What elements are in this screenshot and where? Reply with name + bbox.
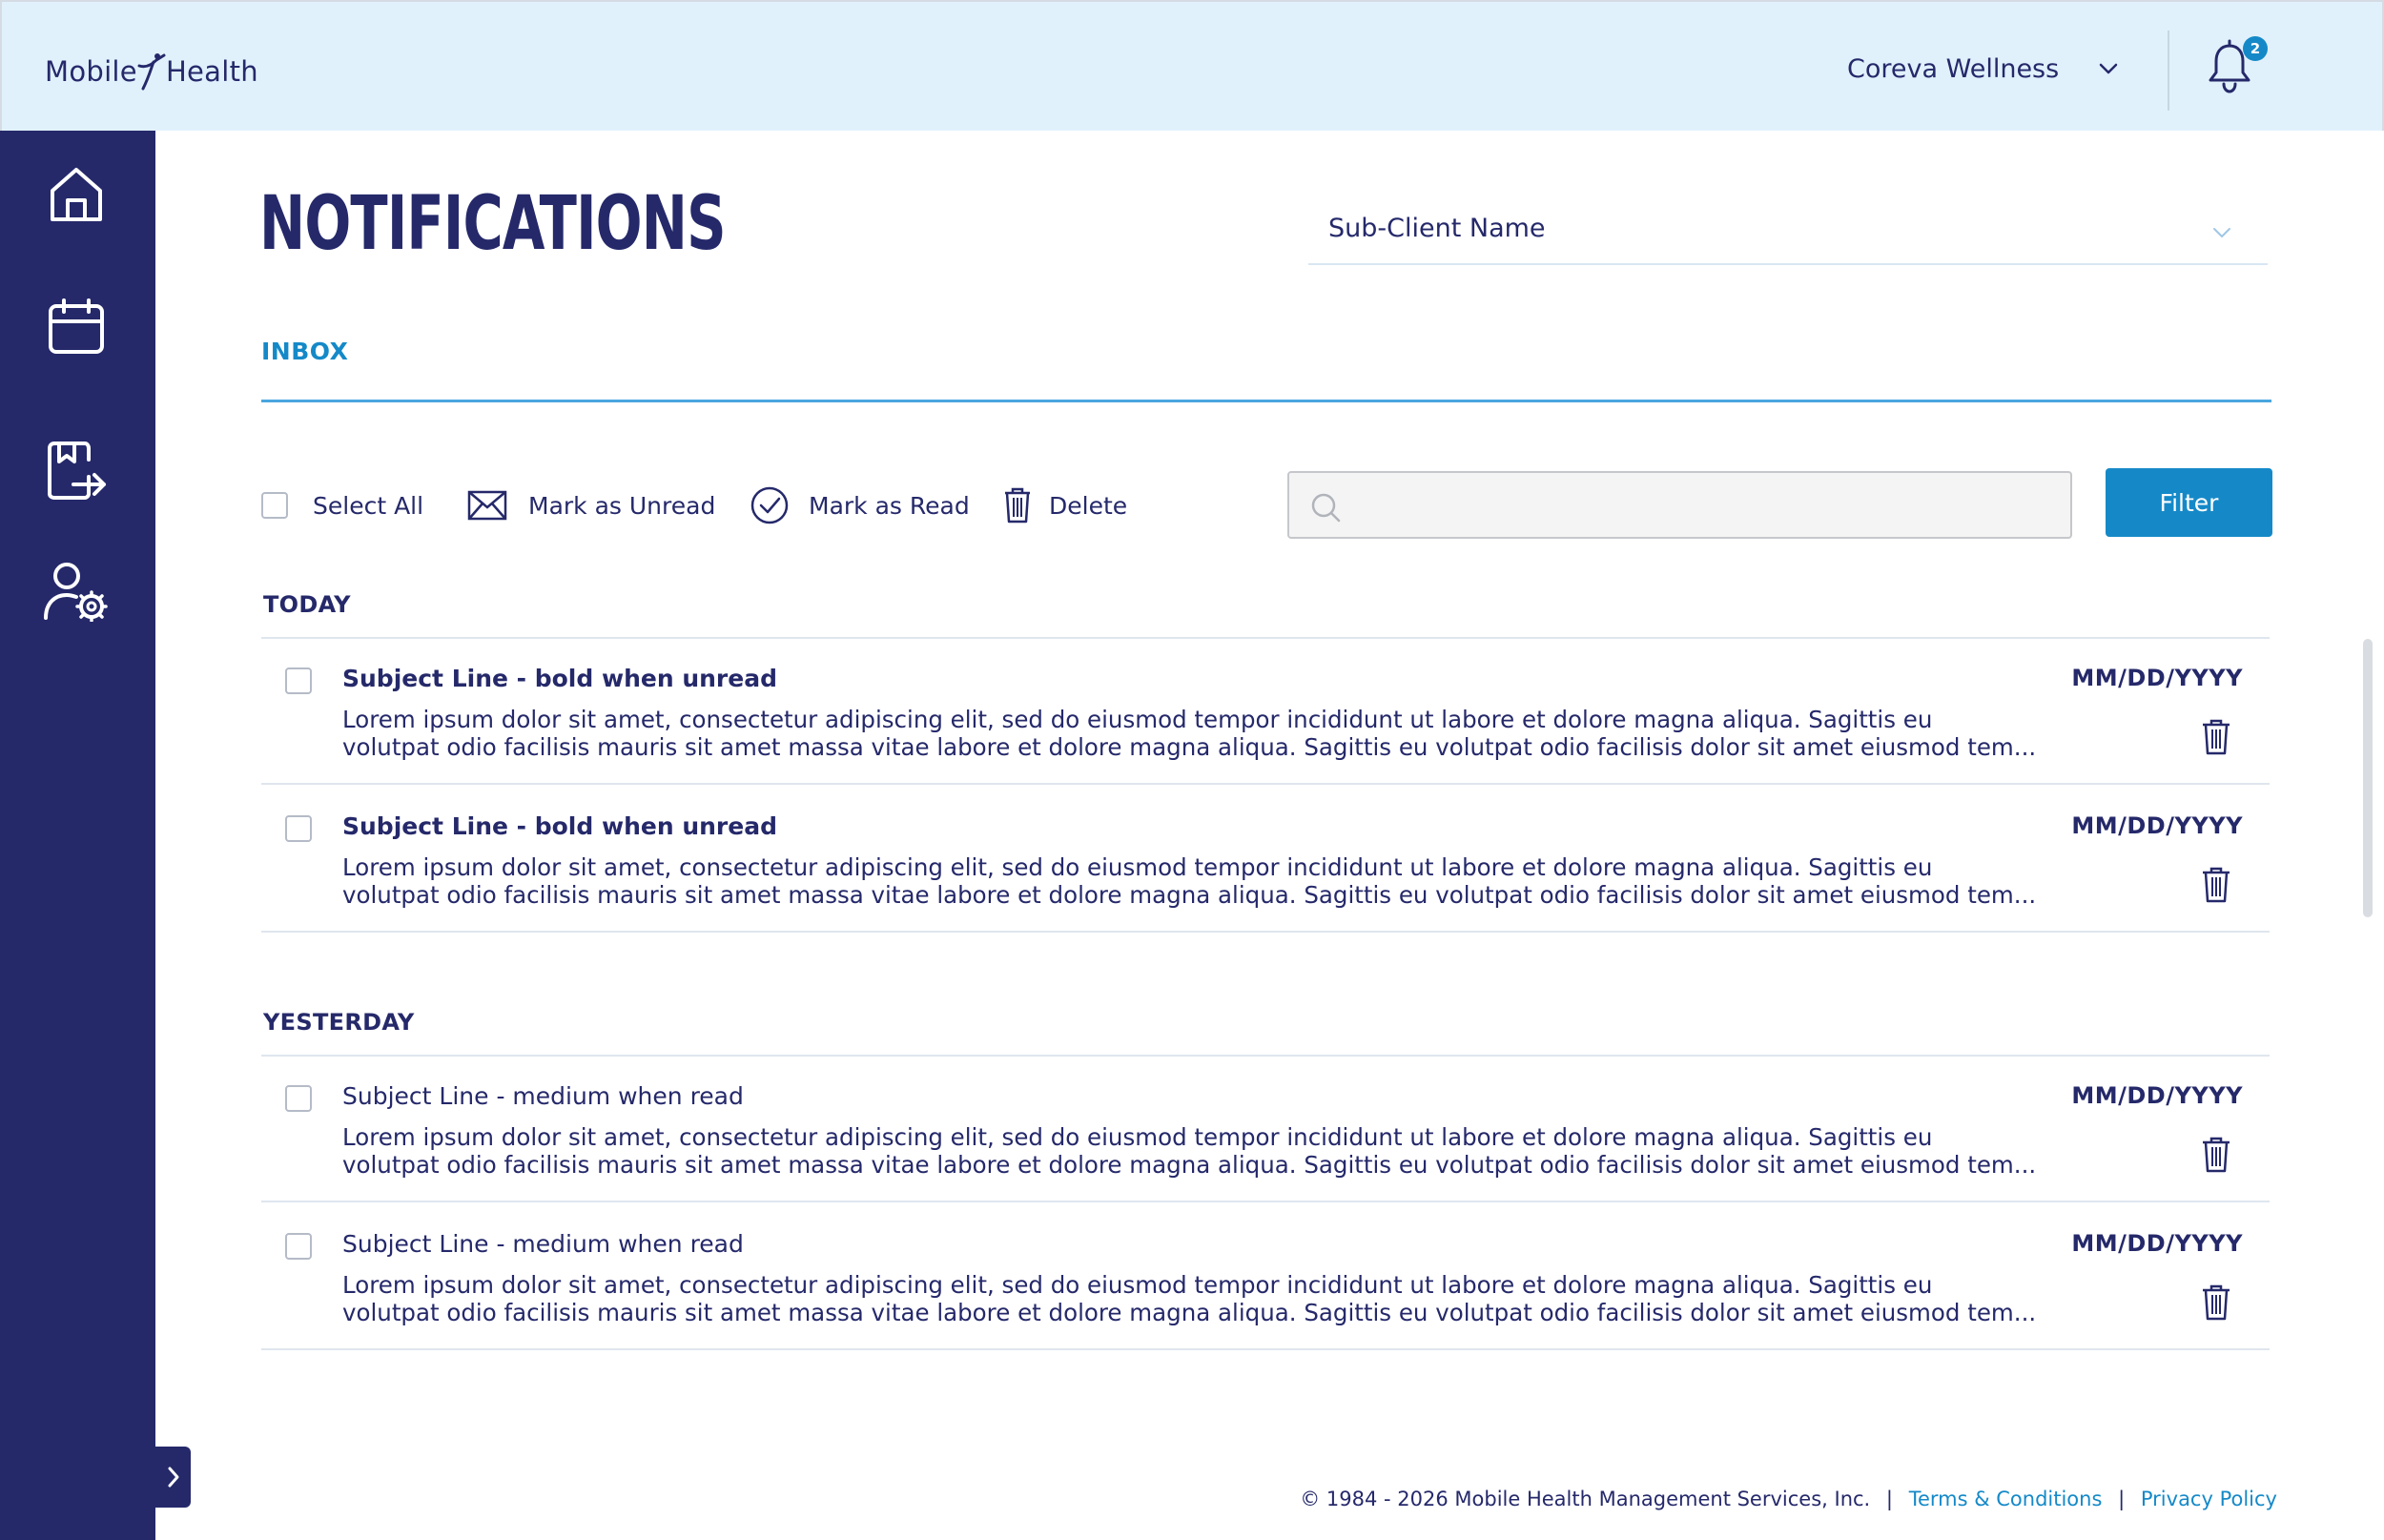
- tab-inbox[interactable]: INBOX: [261, 338, 348, 365]
- preview-line-1: Lorem ipsum dolor sit amet, consectetur …: [342, 1271, 1933, 1299]
- notification-row[interactable]: Subject Line - medium when read MM/DD/YY…: [261, 1204, 2270, 1350]
- header-divider: [2168, 31, 2169, 111]
- chevron-down-icon: [2099, 63, 2118, 74]
- delete-label: Delete: [1049, 491, 1128, 520]
- notification-date: MM/DD/YYYY: [2071, 1082, 2243, 1109]
- notification-preview: Lorem ipsum dolor sit amet, consectetur …: [342, 1271, 2078, 1326]
- section-heading-today: TODAY: [263, 591, 351, 618]
- preview-line-1: Lorem ipsum dolor sit amet, consectetur …: [342, 1123, 1933, 1151]
- notification-date: MM/DD/YYYY: [2071, 1230, 2243, 1257]
- privacy-link[interactable]: Privacy Policy: [2141, 1488, 2277, 1510]
- user-settings-icon: [44, 563, 108, 622]
- select-all-control[interactable]: Select All: [261, 483, 423, 528]
- sidebar-item-records[interactable]: [40, 434, 113, 506]
- scrollbar[interactable]: [2363, 639, 2373, 917]
- page-title: NOTIFICATIONS: [259, 181, 727, 267]
- sidebar-expand-button[interactable]: [155, 1447, 191, 1508]
- search-icon: [1311, 493, 1341, 523]
- row-checkbox[interactable]: [285, 1085, 312, 1112]
- mark-as-unread-label: Mark as Unread: [528, 491, 716, 520]
- notification-row[interactable]: Subject Line - bold when unread MM/DD/YY…: [261, 639, 2270, 785]
- footer-separator: |: [1885, 1488, 1893, 1510]
- calendar-icon: [49, 298, 104, 354]
- trash-icon: [1005, 487, 1030, 524]
- preview-line-2: volutpat odio facilisis mauris sit amet …: [342, 881, 2037, 909]
- home-icon: [51, 168, 102, 221]
- preview-line-2: volutpat odio facilisis mauris sit amet …: [342, 1299, 2037, 1326]
- sub-client-select[interactable]: Sub-Client Name: [1308, 208, 2268, 265]
- sidebar: [0, 131, 155, 1540]
- client-name: Coreva Wellness: [1847, 53, 2060, 84]
- notification-subject: Subject Line - medium when read: [342, 1230, 744, 1258]
- row-checkbox[interactable]: [285, 667, 312, 694]
- select-all-label: Select All: [313, 491, 424, 520]
- select-all-checkbox[interactable]: [261, 492, 288, 519]
- tab-bar: INBOX: [261, 332, 2271, 402]
- top-header: Mobile Health Coreva Wellness 2: [0, 0, 2384, 131]
- search-field[interactable]: [1287, 471, 2072, 539]
- notification-subject: Subject Line - bold when unread: [342, 812, 777, 840]
- notification-preview: Lorem ipsum dolor sit amet, consectetur …: [342, 1123, 2078, 1179]
- trash-icon[interactable]: [2201, 1284, 2231, 1321]
- mark-as-read-button[interactable]: Mark as Read: [750, 483, 970, 528]
- notification-row[interactable]: Subject Line - medium when read MM/DD/YY…: [261, 1057, 2270, 1202]
- notification-preview: Lorem ipsum dolor sit amet, consectetur …: [342, 706, 2078, 761]
- notification-date: MM/DD/YYYY: [2071, 812, 2243, 839]
- records-export-icon: [48, 441, 106, 500]
- mobile-health-logo[interactable]: Mobile Health: [45, 48, 258, 95]
- notification-date: MM/DD/YYYY: [2071, 665, 2243, 691]
- preview-line-1: Lorem ipsum dolor sit amet, consectetur …: [342, 706, 1933, 733]
- sidebar-item-user-settings[interactable]: [40, 555, 113, 627]
- sidebar-item-home[interactable]: [40, 158, 113, 231]
- envelope-icon: [467, 490, 507, 521]
- trash-icon[interactable]: [2201, 1137, 2231, 1173]
- sidebar-item-calendar[interactable]: [40, 291, 113, 363]
- mark-as-read-label: Mark as Read: [809, 491, 970, 520]
- client-select[interactable]: Coreva Wellness: [1847, 50, 2120, 88]
- preview-line-2: volutpat odio facilisis mauris sit amet …: [342, 733, 2037, 761]
- footer-separator: |: [2118, 1488, 2126, 1510]
- notification-count-badge: 2: [2243, 36, 2268, 61]
- logo-text-mobile: Mobile: [45, 55, 137, 88]
- search-input[interactable]: [1356, 483, 2052, 528]
- row-checkbox[interactable]: [285, 815, 312, 842]
- preview-line-1: Lorem ipsum dolor sit amet, consectetur …: [342, 853, 1933, 881]
- chevron-right-icon: [168, 1467, 178, 1488]
- filter-button[interactable]: Filter: [2106, 468, 2272, 537]
- mark-as-unread-button[interactable]: Mark as Unread: [467, 483, 715, 528]
- section-heading-yesterday: YESTERDAY: [263, 1009, 415, 1036]
- notification-subject: Subject Line - medium when read: [342, 1082, 744, 1110]
- preview-line-2: volutpat odio facilisis mauris sit amet …: [342, 1151, 2037, 1179]
- row-checkbox[interactable]: [285, 1233, 312, 1260]
- logo-figure-icon: [137, 53, 166, 91]
- trash-icon[interactable]: [2201, 867, 2231, 903]
- notification-subject: Subject Line - bold when unread: [342, 665, 777, 692]
- trash-icon[interactable]: [2201, 719, 2231, 755]
- sub-client-label: Sub-Client Name: [1328, 214, 1546, 243]
- notification-row[interactable]: Subject Line - bold when unread MM/DD/YY…: [261, 787, 2270, 933]
- copyright-text: © 1984 - 2026 Mobile Health Management S…: [1300, 1488, 1871, 1510]
- footer: © 1984 - 2026 Mobile Health Management S…: [1300, 1488, 2277, 1510]
- logo-text-health: Health: [165, 55, 258, 88]
- notification-preview: Lorem ipsum dolor sit amet, consectetur …: [342, 853, 2078, 909]
- chevron-down-icon: [2213, 228, 2230, 237]
- delete-button[interactable]: Delete: [1003, 483, 1127, 528]
- terms-link[interactable]: Terms & Conditions: [1909, 1488, 2103, 1510]
- check-circle-icon: [750, 486, 789, 524]
